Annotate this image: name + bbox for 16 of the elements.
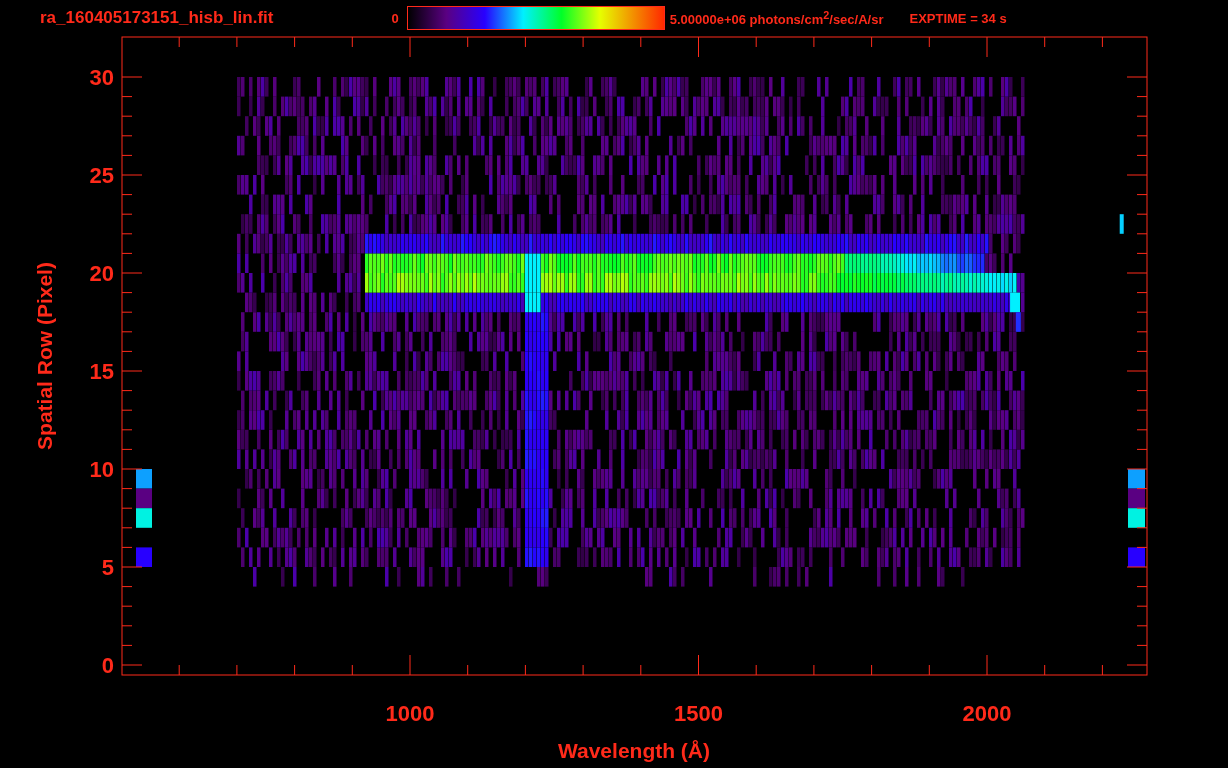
x-axis-label: Wavelength (Å) xyxy=(557,739,711,762)
y-tick-label: 10 xyxy=(89,457,114,482)
file-title: ra_160405173151_hisb_lin.fit xyxy=(40,8,274,28)
y-tick-label: 30 xyxy=(89,65,114,90)
x-tick-label: 1000 xyxy=(385,701,435,726)
y-tick-label: 20 xyxy=(89,261,114,286)
y-tick-label: 15 xyxy=(89,359,114,384)
y-tick-label: 5 xyxy=(101,555,114,580)
y-tick-label: 0 xyxy=(101,653,114,678)
y-tick-label: 25 xyxy=(89,163,114,188)
x-tick-label: 1500 xyxy=(674,701,723,726)
y-axis-label: Spatial Row (Pixel) xyxy=(33,262,56,450)
x-tick-label: 2000 xyxy=(962,701,1012,726)
colorbar-max-label: 5.00000e+06 photons/cm$^{2}$/sec/A/sr xyxy=(669,8,884,28)
colorbar-min-label: 0 xyxy=(391,10,399,26)
exposure-time: EXPTIME = 34 s xyxy=(909,10,1007,26)
